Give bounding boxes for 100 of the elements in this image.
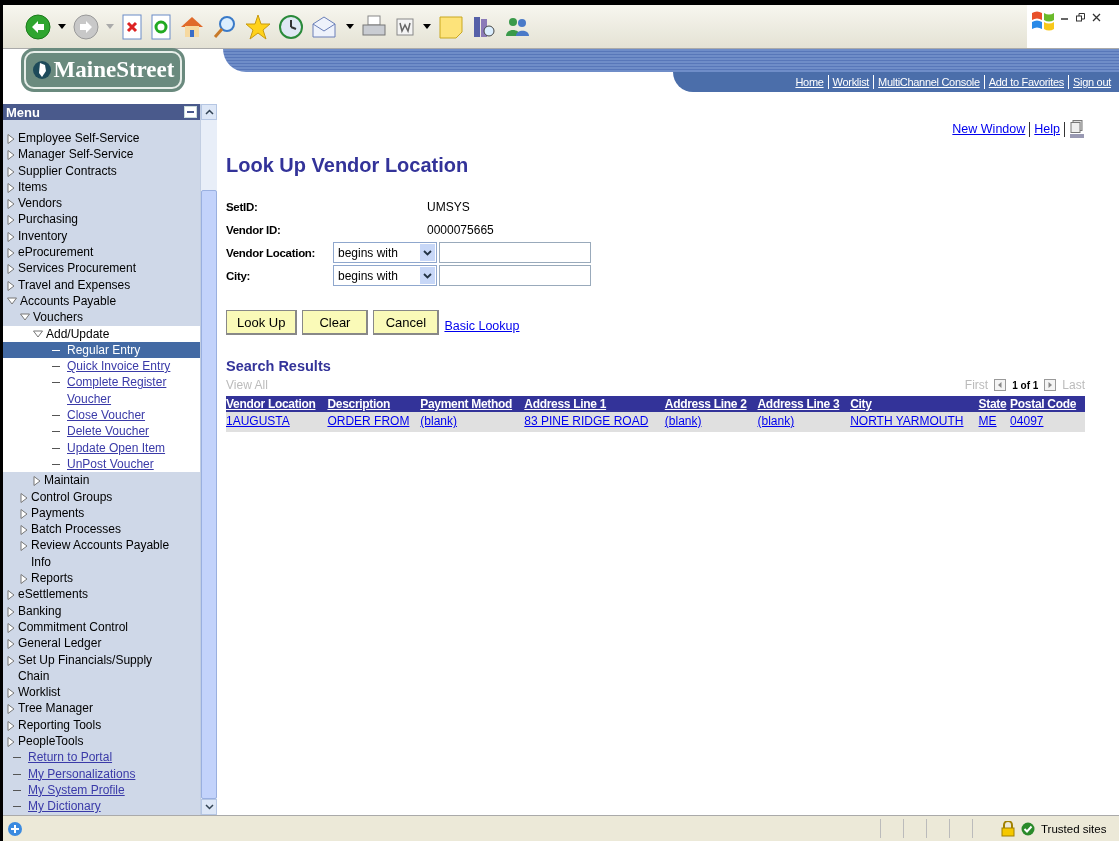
menu-folder[interactable]: Manager Self-Service (18, 146, 134, 163)
menu-folder[interactable]: Vendors (18, 195, 63, 212)
menu-folder[interactable]: Tree Manager (18, 700, 93, 717)
stop-icon[interactable] (121, 13, 143, 40)
basic-lookup-link[interactable]: Basic Lookup (444, 318, 520, 333)
expanded-triangle-icon[interactable] (20, 313, 30, 322)
collapsed-triangle-icon[interactable] (7, 199, 15, 210)
menu-folder[interactable]: Accounts Payable (20, 292, 117, 310)
collapsed-triangle-icon[interactable] (7, 737, 15, 747)
column-header[interactable]: Description (327, 396, 421, 412)
menu-folder[interactable]: Employee Self-Service (18, 130, 140, 147)
collapsed-triangle-icon[interactable] (7, 590, 15, 601)
table-cell-link[interactable]: ME (978, 412, 1011, 432)
menu-folder[interactable]: Inventory (18, 227, 68, 245)
expanded-triangle-icon[interactable] (33, 329, 43, 338)
scroll-up-button[interactable] (201, 104, 217, 120)
header-link[interactable]: Sign out (1069, 76, 1115, 88)
collapsed-triangle-icon[interactable] (7, 606, 15, 617)
menu-folder[interactable]: Maintain (44, 472, 90, 489)
menu-folder[interactable]: eSettlements (18, 586, 89, 603)
header-link[interactable]: Add to Favorites (984, 76, 1069, 88)
collapsed-triangle-icon[interactable] (7, 639, 15, 650)
http-page-icon[interactable] (1069, 120, 1085, 138)
scroll-thumb[interactable] (201, 190, 217, 799)
next-icon[interactable] (1044, 379, 1057, 391)
collapsed-triangle-icon[interactable] (20, 574, 28, 584)
table-cell-link[interactable]: 04097 (1010, 412, 1085, 432)
header-link[interactable]: MultiChannel Console (874, 76, 984, 88)
menu-link[interactable]: Return to Portal (28, 749, 113, 766)
menu-folder[interactable]: Supplier Contracts (18, 162, 117, 179)
chevron-down-icon[interactable] (423, 272, 432, 279)
menu-folder[interactable]: Banking (18, 602, 62, 619)
menu-folder[interactable]: Payments (31, 504, 85, 522)
collapsed-triangle-icon[interactable] (7, 248, 15, 259)
logo[interactable]: MaineStreet (23, 51, 183, 89)
table-cell-link[interactable]: 83 PINE RIDGE ROAD (524, 412, 665, 432)
column-header[interactable]: Address Line 3 (757, 396, 851, 412)
collapsed-triangle-icon[interactable] (20, 541, 28, 552)
refresh-icon[interactable] (150, 13, 172, 40)
menu-folder[interactable]: Purchasing (18, 211, 79, 228)
restore-icon[interactable] (1076, 13, 1085, 22)
operator-dropdown[interactable]: begins with (333, 265, 437, 286)
menu-folder[interactable]: General Ledger (18, 635, 102, 652)
history-icon[interactable] (278, 13, 304, 40)
menu-folder[interactable]: Set Up Financials/Supply Chain (18, 651, 186, 685)
collapsed-triangle-icon[interactable] (7, 280, 15, 291)
scroll-down-button[interactable] (201, 799, 217, 815)
table-cell-link[interactable]: (blank) (757, 412, 851, 432)
page-link[interactable]: Help (1034, 122, 1060, 136)
close-icon[interactable] (1092, 13, 1101, 22)
collapsed-triangle-icon[interactable] (20, 525, 28, 536)
header-link[interactable]: Home (791, 76, 828, 88)
expanded-triangle-icon[interactable] (7, 296, 17, 305)
collapsed-triangle-icon[interactable] (7, 704, 15, 715)
collapsed-triangle-icon[interactable] (20, 508, 28, 519)
search-icon[interactable] (212, 13, 238, 40)
page-link[interactable]: New Window (952, 122, 1026, 136)
menu-link[interactable]: My Personalizations (28, 765, 136, 782)
menu-folder[interactable]: Worklist (18, 684, 61, 701)
column-header[interactable]: State (978, 396, 1011, 412)
action-button[interactable]: Clear (302, 310, 369, 335)
search-input-field[interactable] (439, 242, 591, 263)
column-header[interactable]: City (850, 396, 979, 412)
table-cell-link[interactable]: (blank) (664, 412, 758, 432)
search-input-field[interactable] (439, 265, 591, 286)
caret-icon[interactable] (423, 23, 431, 30)
column-header[interactable]: Postal Code (1010, 396, 1085, 412)
collapsed-triangle-icon[interactable] (7, 215, 15, 226)
collapsed-triangle-icon[interactable] (33, 476, 41, 487)
menu-folder[interactable]: Review Accounts Payable Info (31, 537, 186, 570)
menu-folder[interactable]: Reports (31, 570, 74, 587)
menu-link[interactable]: Regular Entry (67, 341, 141, 359)
table-cell-link[interactable]: ORDER FROM (327, 412, 421, 432)
previous-icon[interactable] (994, 379, 1007, 391)
collapsed-triangle-icon[interactable] (7, 622, 15, 633)
column-header[interactable]: Address Line 2 (664, 396, 758, 412)
action-button[interactable]: Look Up (226, 310, 298, 335)
scrollbar[interactable] (200, 104, 217, 815)
menu-folder[interactable]: Vouchers (33, 309, 84, 326)
menu-link[interactable]: My Dictionary (28, 798, 101, 815)
menu-folder[interactable]: Reporting Tools (18, 716, 102, 733)
menu-folder[interactable]: Batch Processes (31, 521, 122, 538)
collapse-icon[interactable] (184, 106, 197, 118)
collapsed-triangle-icon[interactable] (7, 688, 15, 699)
collapsed-triangle-icon[interactable] (7, 166, 15, 177)
action-button[interactable]: Cancel (373, 310, 440, 335)
collapsed-triangle-icon[interactable] (7, 264, 15, 275)
menu-folder[interactable]: Items (18, 178, 48, 196)
menu-folder[interactable]: Control Groups (31, 488, 113, 505)
collapsed-triangle-icon[interactable] (7, 231, 15, 242)
table-cell-link[interactable]: NORTH YARMOUTH (850, 412, 979, 432)
collapsed-triangle-icon[interactable] (7, 150, 15, 161)
collapsed-triangle-icon[interactable] (7, 720, 15, 731)
column-header[interactable]: Payment Method (420, 396, 525, 412)
menu-folder[interactable]: eProcurement (18, 244, 94, 261)
table-cell-link[interactable]: 1AUGUSTA (226, 412, 328, 432)
back-icon[interactable] (25, 13, 51, 40)
menu-folder[interactable]: PeopleTools (18, 733, 84, 750)
collapsed-triangle-icon[interactable] (7, 182, 15, 193)
menu-folder[interactable]: Services Procurement (18, 260, 137, 277)
